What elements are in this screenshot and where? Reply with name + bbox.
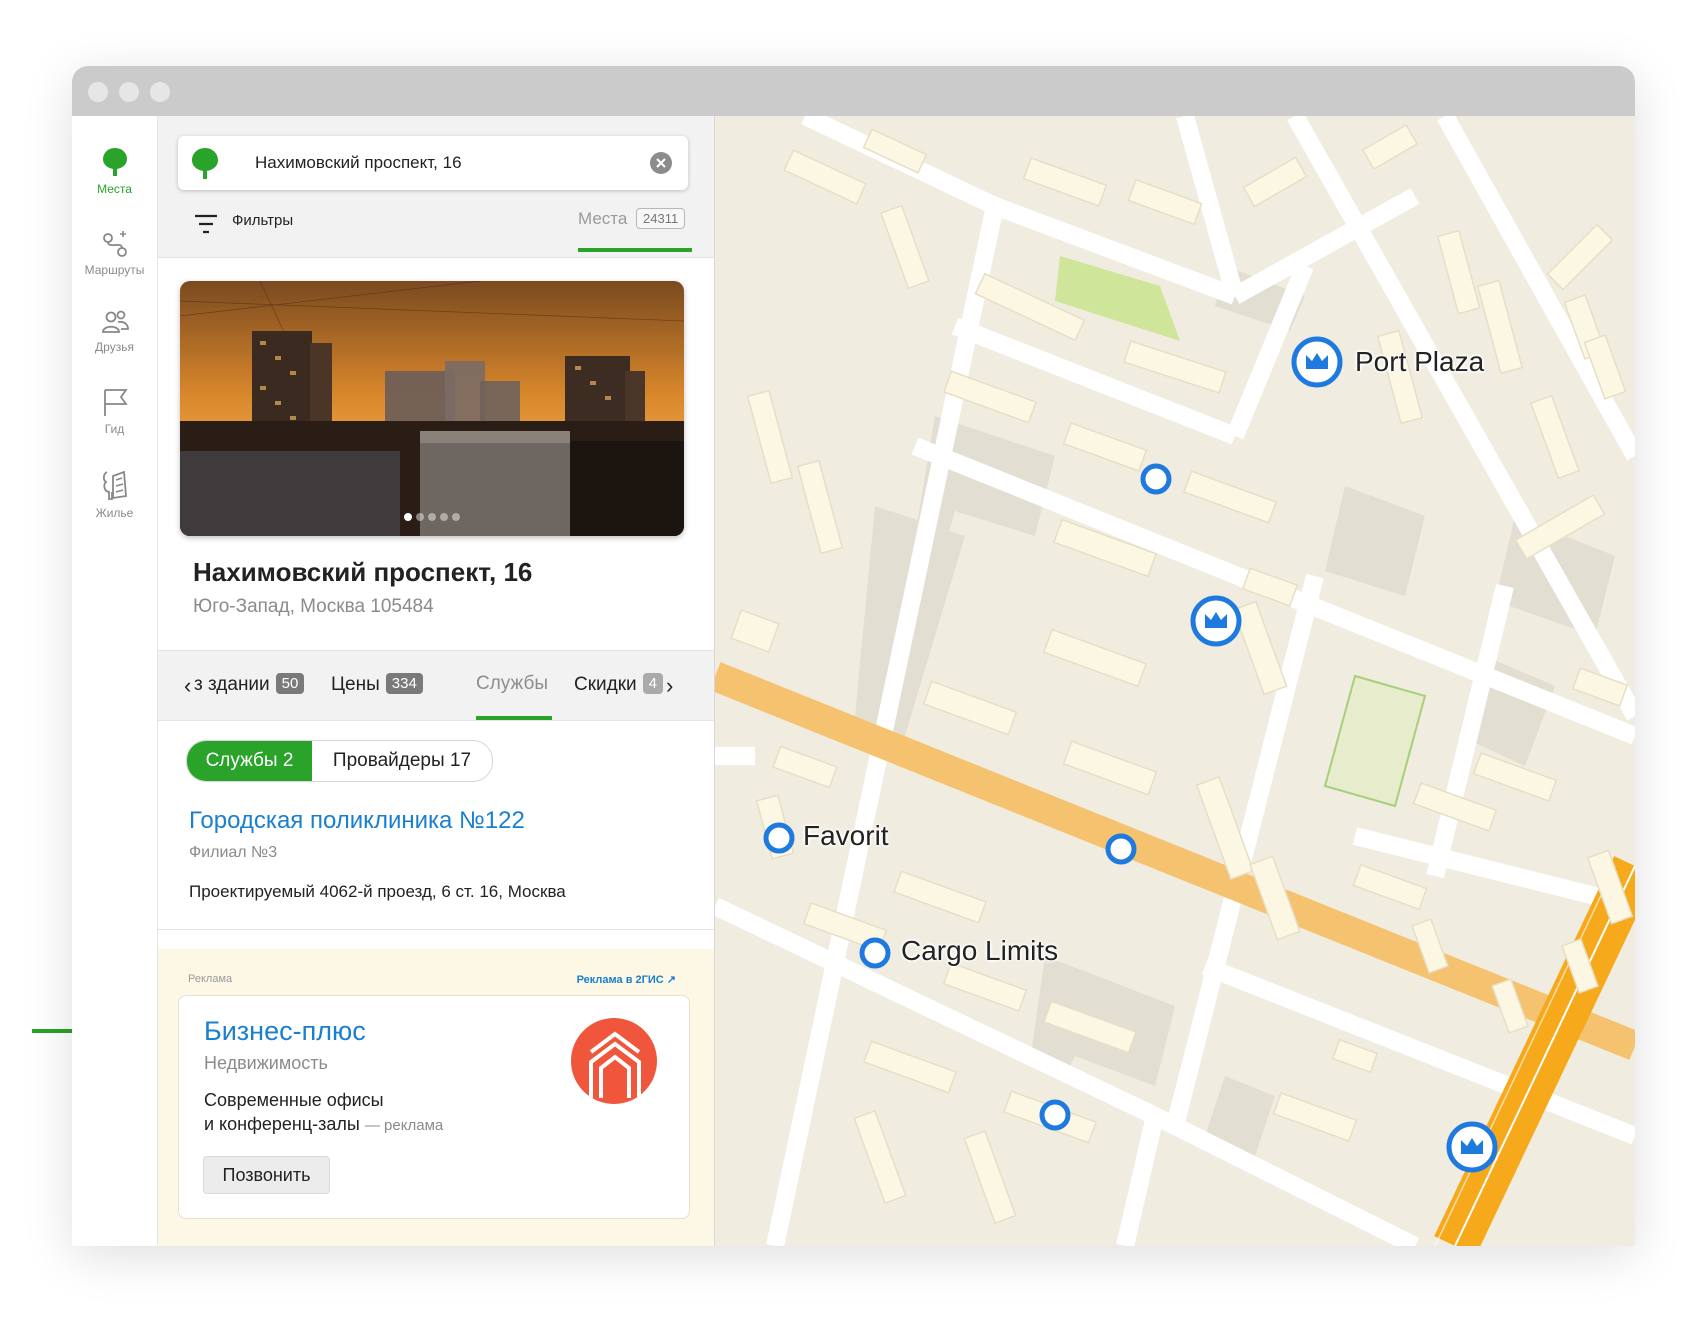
rail-label-routes: Маршруты <box>84 263 145 277</box>
rail-label-guide: Гид <box>104 422 125 436</box>
map-canvas <box>715 116 1635 1246</box>
organization-name-link[interactable]: Городская поликлиника №122 <box>189 807 525 835</box>
call-button[interactable]: Позвонить <box>203 1156 330 1194</box>
crown-marker-icon[interactable] <box>1290 335 1344 389</box>
filters-label: Фильтры <box>232 212 294 229</box>
rail-item-housing[interactable]: Жилье <box>72 468 157 520</box>
segmented-control: Службы 2 Провайдеры 17 <box>186 740 493 782</box>
poi-label-cargo-limits[interactable]: Cargo Limits <box>901 935 1058 967</box>
rail-item-places[interactable]: Места <box>72 146 157 196</box>
carousel-dot[interactable] <box>428 513 436 521</box>
tab-prices[interactable]: Цены 334 <box>331 673 423 696</box>
segment-services[interactable]: Службы 2 <box>187 741 312 781</box>
carousel-dot[interactable] <box>404 513 412 521</box>
poi-label-favorit[interactable]: Favorit <box>803 820 889 852</box>
info-tabs: ‹ з здании 50 Цены 334 Службы Скидки 4 › <box>158 650 714 721</box>
tab-label: Скидки <box>574 674 637 695</box>
chevron-left-icon[interactable]: ‹ <box>184 673 191 699</box>
window-minimize-dot[interactable] <box>119 82 139 102</box>
ad-description-line: и конференц-залы <box>204 1114 360 1134</box>
tab-label: Цены <box>331 674 380 695</box>
rail-item-friends[interactable]: Друзья <box>72 308 157 354</box>
tab-count-badge: 4 <box>642 673 664 694</box>
ad-info-link[interactable]: Реклама в 2ГИС ↗ <box>577 973 676 986</box>
tab-count-badge: 50 <box>275 673 305 694</box>
place-photo[interactable] <box>180 281 684 536</box>
search-panel: Нахимовский проспект, 16 Фильтры Места 2… <box>158 116 715 1246</box>
window-titlebar <box>72 66 1635 116</box>
ad-label: Реклама <box>188 973 233 985</box>
search-header: Нахимовский проспект, 16 Фильтры Места 2… <box>158 116 714 258</box>
place-title: Нахимовский проспект, 16 <box>193 557 533 587</box>
circle-marker-icon[interactable] <box>1138 461 1174 497</box>
ad-description-line: Современные офисы <box>204 1090 384 1110</box>
search-box[interactable]: Нахимовский проспект, 16 <box>178 136 688 190</box>
organization-branch: Филиал №3 <box>189 844 278 861</box>
places-tab-label: Места <box>578 209 628 228</box>
tab-label: Службы <box>476 673 548 694</box>
chevron-right-icon[interactable]: › <box>664 673 674 699</box>
rail-label-places: Места <box>97 182 132 196</box>
rail-item-routes[interactable]: Маршруты <box>72 231 157 277</box>
clear-icon[interactable] <box>650 152 672 174</box>
ad-card[interactable]: Бизнес-плюс Недвижимость Современные офи… <box>178 995 690 1219</box>
circle-marker-icon[interactable] <box>1103 831 1139 867</box>
rail-label-housing: Жилье <box>95 506 134 520</box>
tab-count-badge: 334 <box>385 673 423 694</box>
circle-marker-icon[interactable] <box>857 935 893 971</box>
friends-icon <box>101 310 129 333</box>
browser-window: Места Маршруты Друзья Гид Жилье Нахимовс… <box>72 66 1635 1246</box>
carousel-dot[interactable] <box>452 513 460 521</box>
tab-active-indicator <box>476 716 552 720</box>
window-maximize-dot[interactable] <box>150 82 170 102</box>
tab-active-indicator <box>578 248 692 252</box>
ad-category: Недвижимость <box>204 1053 328 1073</box>
tab-in-building[interactable]: з здании 50 <box>194 673 305 696</box>
rail-label-friends: Друзья <box>95 340 134 354</box>
segment-providers[interactable]: Провайдеры 17 <box>312 741 492 781</box>
crown-marker-icon[interactable] <box>1445 1120 1499 1174</box>
photo-carousel-dots[interactable] <box>180 508 684 526</box>
search-input[interactable]: Нахимовский проспект, 16 <box>255 153 462 173</box>
carousel-dot[interactable] <box>440 513 448 521</box>
divider <box>158 929 714 930</box>
building-logo-icon <box>589 1031 641 1098</box>
ad-logo <box>571 1018 657 1104</box>
ad-note: — реклама <box>364 1117 444 1134</box>
places-count-badge: 24311 <box>636 208 686 229</box>
tab-services[interactable]: Службы <box>476 673 548 695</box>
tab-discounts[interactable]: Скидки 4 <box>574 673 664 696</box>
circle-marker-icon[interactable] <box>761 820 797 856</box>
organization-address: Проектируемый 4062-й проезд, 6 ст. 16, М… <box>189 882 566 901</box>
place-subtitle: Юго-Запад, Москва 105484 <box>193 596 434 617</box>
tab-label: з здании <box>194 674 270 695</box>
filter-icon <box>195 214 217 234</box>
poi-label-port-plaza[interactable]: Port Plaza <box>1355 346 1484 378</box>
rail-item-guide[interactable]: Гид <box>72 386 157 436</box>
guide-flag-icon <box>103 389 128 416</box>
housing-icon <box>102 470 127 500</box>
navigation-rail: Места Маршруты Друзья Гид Жилье <box>72 116 158 1246</box>
crown-marker-icon[interactable] <box>1189 594 1243 648</box>
advertisement-section: Реклама Реклама в 2ГИС ↗ Бизнес-плюс Нед… <box>158 949 714 1246</box>
place-pin-icon <box>102 148 127 176</box>
place-photo-image <box>180 281 684 536</box>
ad-description: Современные офисы и конференц-залы — рек… <box>204 1088 524 1138</box>
window-close-dot[interactable] <box>88 82 108 102</box>
route-icon <box>102 231 127 257</box>
map-view[interactable]: Port Plaza Favorit Cargo Limits <box>715 116 1635 1246</box>
circle-marker-icon[interactable] <box>1037 1097 1073 1133</box>
2gis-logo-icon <box>192 148 218 179</box>
ad-company-name[interactable]: Бизнес-плюс <box>204 1016 366 1047</box>
tab-places[interactable]: Места 24311 <box>578 206 692 252</box>
carousel-dot[interactable] <box>416 513 424 521</box>
